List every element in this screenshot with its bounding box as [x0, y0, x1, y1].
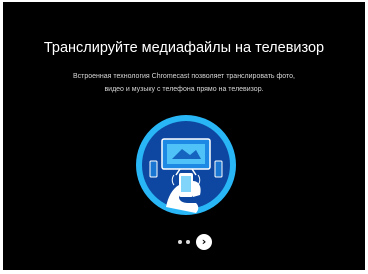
chevron-right-icon: › — [201, 235, 207, 248]
onboarding-screen: Транслируйте медиафайлы на телевизор Вст… — [3, 2, 365, 270]
description: Встроенная технология Chromecast позволя… — [43, 70, 325, 96]
description-line: Встроенная технология Chromecast позволя… — [73, 73, 295, 80]
next-button[interactable]: › — [196, 234, 212, 250]
description-line: видео и музыку с телефона прямо на телев… — [104, 86, 264, 93]
page-indicator: › — [178, 234, 212, 250]
phone-cast-to-tv-icon — [136, 115, 236, 215]
page-dot — [186, 240, 190, 244]
page-dot — [178, 240, 182, 244]
page-title: Транслируйте медиафайлы на телевизор — [43, 40, 325, 56]
